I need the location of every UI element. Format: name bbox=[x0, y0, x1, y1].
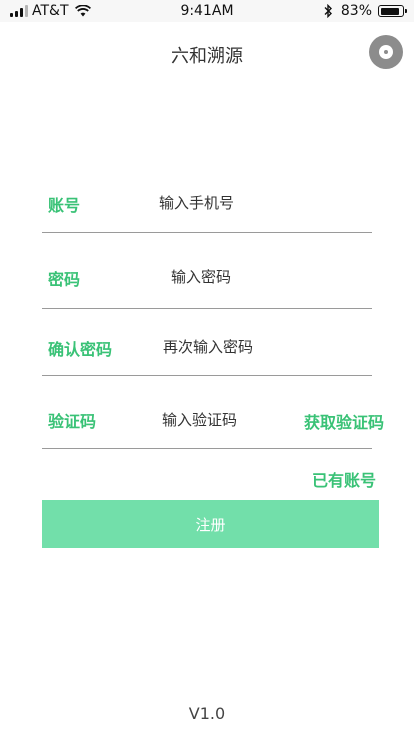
confirm-password-label: 确认密码 bbox=[48, 340, 113, 359]
bluetooth-icon bbox=[324, 4, 332, 18]
account-label: 账号 bbox=[48, 196, 81, 215]
get-code-button[interactable]: 获取验证码 bbox=[304, 409, 384, 433]
version-label: V1.0 bbox=[188, 704, 226, 723]
confirm-password-input[interactable] bbox=[163, 338, 303, 356]
confirm-password-row: 确认密码 bbox=[42, 328, 372, 376]
password-label: 密码 bbox=[48, 270, 81, 289]
battery-icon bbox=[378, 5, 407, 17]
status-bar: AT&T 9:41AM 83% bbox=[0, 0, 414, 22]
password-row: 密码 bbox=[42, 258, 372, 309]
status-right: 83% bbox=[323, 3, 407, 19]
phone-input[interactable] bbox=[159, 194, 299, 212]
more-button[interactable] bbox=[369, 35, 403, 69]
code-input[interactable] bbox=[162, 411, 282, 429]
account-row: 账号 bbox=[42, 186, 372, 233]
register-button[interactable]: 注册 bbox=[42, 500, 379, 548]
more-circle-icon bbox=[379, 45, 393, 59]
have-account-link[interactable]: 已有账号 bbox=[312, 467, 376, 491]
battery-percent: 83% bbox=[340, 3, 372, 19]
page-title: 六和溯源 bbox=[171, 46, 243, 67]
code-label: 验证码 bbox=[48, 412, 97, 431]
password-input[interactable] bbox=[171, 268, 311, 286]
